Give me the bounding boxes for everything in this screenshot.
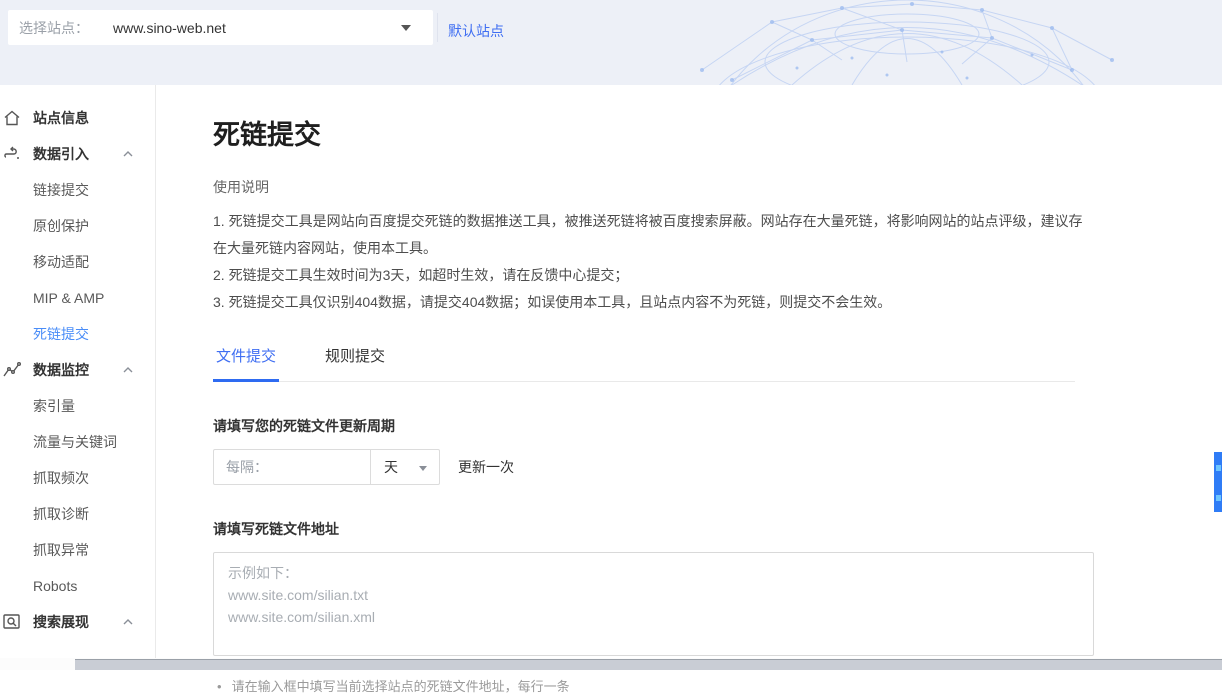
input-note-text: 请在输入框中填写当前选择站点的死链文件地址，每行一条 <box>232 679 570 694</box>
topbar-divider <box>437 13 438 42</box>
import-icon <box>2 144 22 164</box>
instruction-line: 2. 死链提交工具生效时间为3天，如超时生效，请在反馈中心提交； <box>213 262 1094 289</box>
sidebar-item-traffic-keywords[interactable]: 流量与关键词 <box>0 424 155 460</box>
default-site-link[interactable]: 默认站点 <box>448 21 504 41</box>
sidebar-item-crawl-exception[interactable]: 抓取异常 <box>0 532 155 568</box>
page-title: 死链提交 <box>213 113 1094 152</box>
horizontal-scrollbar-thumb[interactable] <box>75 659 1222 670</box>
sidebar-item-search-display[interactable]: 搜索展现 <box>0 604 155 640</box>
sidebar-item-data-monitor[interactable]: 数据监控 <box>0 352 155 388</box>
sidebar-item-robots[interactable]: Robots <box>0 568 155 604</box>
tab-rule-submit[interactable]: 规则提交 <box>322 345 388 381</box>
sidebar-item-label: MIP & AMP <box>33 290 104 306</box>
sidebar-nav: 站点信息 数据引入 链接提交 原创保护 移动适配 MIP & AMP 死链提交 … <box>0 85 156 658</box>
address-label: 请填写死链文件地址 <box>213 519 1094 539</box>
tab-file-submit[interactable]: 文件提交 <box>213 345 279 382</box>
sidebar-item-crawl-frequency[interactable]: 抓取频次 <box>0 460 155 496</box>
usage-heading: 使用说明 <box>213 177 1094 197</box>
sidebar-item-label: 抓取诊断 <box>33 504 89 524</box>
sidebar-item-link-submit[interactable]: 链接提交 <box>0 172 155 208</box>
horizontal-scrollbar-track <box>0 658 1222 670</box>
input-note: • 请在输入框中填写当前选择站点的死链文件地址，每行一条 <box>213 676 1094 695</box>
sidebar-item-site-info[interactable]: 站点信息 <box>0 100 155 136</box>
chevron-up-icon <box>122 148 134 160</box>
sidebar-item-mip-amp[interactable]: MIP & AMP <box>0 280 155 316</box>
interval-input[interactable] <box>213 449 371 485</box>
sidebar-item-label: 抓取频次 <box>33 468 89 488</box>
home-icon <box>2 108 22 128</box>
site-selector-dropdown[interactable]: 选择站点： www.sino-web.net <box>8 10 433 45</box>
dead-link-file-textarea[interactable] <box>213 552 1094 656</box>
sidebar-item-label: Robots <box>33 578 77 594</box>
caret-down-icon <box>419 466 427 471</box>
sidebar-item-index-volume[interactable]: 索引量 <box>0 388 155 424</box>
header-band: 选择站点： www.sino-web.net 默认站点 <box>0 0 1222 85</box>
unit-select-value: 天 <box>384 457 398 477</box>
sidebar-item-data-import[interactable]: 数据引入 <box>0 136 155 172</box>
sidebar-item-label: 移动适配 <box>33 252 89 272</box>
sidebar-item-dead-link-submit[interactable]: 死链提交 <box>0 316 155 352</box>
sidebar-item-label: 抓取异常 <box>33 540 89 560</box>
cycle-row: 天 更新一次 <box>213 449 1094 485</box>
sidebar-item-label: 索引量 <box>33 396 75 416</box>
sidebar-item-label: 站点信息 <box>33 108 89 128</box>
unit-select[interactable]: 天 <box>370 449 440 485</box>
feedback-side-widget[interactable] <box>1214 452 1222 512</box>
instructions: 1. 死链提交工具是网站向百度提交死链的数据推送工具，被推送死链将被百度搜索屏蔽… <box>213 208 1094 316</box>
sidebar-item-label: 数据引入 <box>33 144 89 164</box>
caret-down-icon <box>401 25 411 31</box>
cycle-suffix: 更新一次 <box>458 457 514 477</box>
submit-tabs: 文件提交 规则提交 <box>213 345 1075 382</box>
sidebar-item-label: 数据监控 <box>33 360 89 380</box>
bullet-dot: • <box>217 679 222 694</box>
globe-wireframe-decoration <box>612 0 1222 85</box>
chevron-up-icon <box>122 364 134 376</box>
sidebar-item-label: 死链提交 <box>33 324 89 344</box>
sidebar-item-crawl-diagnosis[interactable]: 抓取诊断 <box>0 496 155 532</box>
sidebar-item-original-protect[interactable]: 原创保护 <box>0 208 155 244</box>
widget-icon <box>1216 465 1221 471</box>
instruction-line: 3. 死链提交工具仅识别404数据，请提交404数据；如误使用本工具，且站点内容… <box>213 289 1094 316</box>
search-icon <box>2 612 22 632</box>
chart-icon <box>2 360 22 380</box>
sidebar-item-label: 原创保护 <box>33 216 89 236</box>
widget-icon <box>1216 495 1221 501</box>
site-selector-label: 选择站点： <box>19 18 89 38</box>
sidebar-item-label: 搜索展现 <box>33 612 89 632</box>
site-selector-value: www.sino-web.net <box>113 20 226 36</box>
sidebar-item-mobile-adapt[interactable]: 移动适配 <box>0 244 155 280</box>
instruction-line: 1. 死链提交工具是网站向百度提交死链的数据推送工具，被推送死链将被百度搜索屏蔽… <box>213 208 1094 262</box>
chevron-up-icon <box>122 616 134 628</box>
main-content: 死链提交 使用说明 1. 死链提交工具是网站向百度提交死链的数据推送工具，被推送… <box>213 85 1094 695</box>
cycle-label: 请填写您的死链文件更新周期 <box>213 416 1094 436</box>
sidebar-item-label: 流量与关键词 <box>33 432 117 452</box>
sidebar-item-label: 链接提交 <box>33 180 89 200</box>
